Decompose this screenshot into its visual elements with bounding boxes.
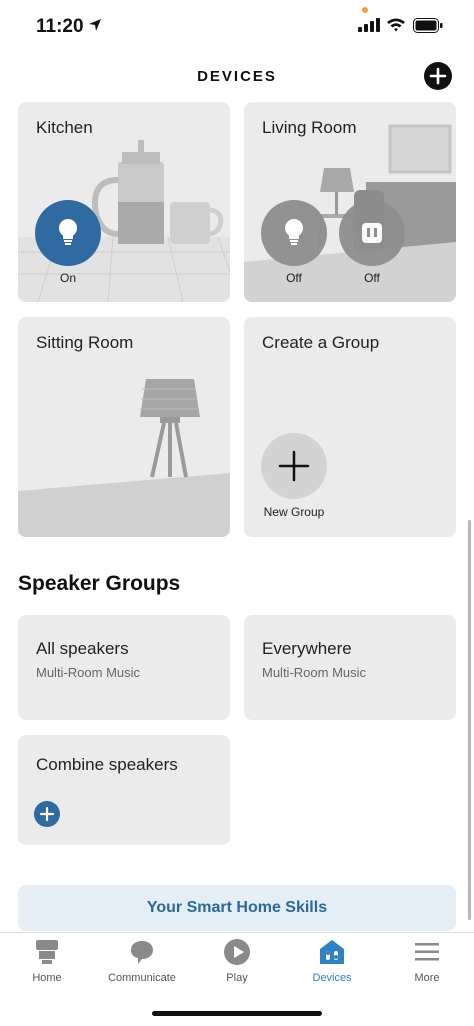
plus-icon [278, 450, 310, 482]
tab-home[interactable]: Home [0, 934, 94, 994]
tab-label: Communicate [108, 972, 176, 984]
device-state-label: On [59, 271, 76, 285]
page-title: DEVICES [197, 68, 277, 85]
device-state-label: Off [286, 271, 302, 285]
living-room-plug-toggle[interactable] [339, 200, 405, 266]
home-icon [36, 940, 58, 964]
tab-play[interactable]: Play [190, 934, 284, 994]
device-state-label: Off [364, 271, 380, 285]
lightbulb-icon [285, 219, 303, 245]
new-group-button[interactable] [261, 433, 327, 499]
group-name: Sitting Room [36, 333, 134, 352]
speaker-group-name: All speakers [36, 639, 129, 658]
living-room-light-toggle[interactable] [261, 200, 327, 266]
section-title: Speaker Groups [18, 572, 181, 595]
kitchen-light-toggle[interactable] [35, 200, 101, 266]
group-name: Living Room [262, 118, 357, 137]
tab-label: Play [226, 972, 248, 984]
group-name: Kitchen [36, 118, 93, 137]
devices-icon [320, 940, 344, 964]
smart-home-skills-button[interactable]: Your Smart Home Skills [18, 885, 456, 931]
wifi-icon [387, 18, 405, 32]
tab-label: Home [32, 972, 62, 984]
group-card-sitting-room[interactable]: Sitting Room [18, 317, 230, 537]
tab-label: More [414, 972, 440, 984]
add-device-button[interactable] [424, 62, 452, 90]
group-name: Create a Group [262, 333, 380, 352]
play-icon [224, 939, 250, 965]
menu-icon [415, 943, 439, 961]
battery-icon [413, 18, 443, 33]
combine-speakers-add-button[interactable] [34, 801, 60, 827]
privacy-indicator-dot [362, 7, 368, 13]
chat-icon [131, 941, 153, 964]
create-group-card[interactable]: Create a Group New Group [244, 317, 456, 537]
speaker-group-type: Multi-Room Music [262, 665, 367, 680]
plus-icon [429, 67, 447, 85]
status-time: 11:20 [36, 16, 84, 37]
tab-label: Devices [312, 972, 352, 984]
smart-plug-icon [362, 223, 382, 243]
cellular-signal-icon [358, 18, 380, 32]
plus-icon [39, 806, 55, 822]
tab-devices[interactable]: Devices [285, 934, 379, 994]
group-card-living-room[interactable]: Living Room Off Off [244, 102, 456, 302]
group-card-kitchen[interactable]: Kitchen On [18, 102, 230, 302]
tab-communicate[interactable]: Communicate [95, 934, 189, 994]
speaker-group-card[interactable]: All speakers Multi-Room Music [18, 615, 230, 720]
speaker-group-name: Everywhere [262, 639, 352, 658]
speaker-group-name: Combine speakers [36, 755, 178, 774]
speaker-group-card[interactable]: Everywhere Multi-Room Music [244, 615, 456, 720]
lightbulb-icon [59, 219, 77, 245]
tab-more[interactable]: More [380, 934, 474, 994]
speaker-group-type: Multi-Room Music [36, 665, 141, 680]
combine-speakers-card[interactable]: Combine speakers [18, 735, 230, 845]
new-group-label: New Group [263, 505, 325, 519]
location-arrow-icon [89, 19, 101, 31]
status-bar: 11:20 [0, 0, 474, 54]
scrollbar[interactable] [468, 520, 471, 920]
home-indicator[interactable] [152, 1011, 322, 1016]
